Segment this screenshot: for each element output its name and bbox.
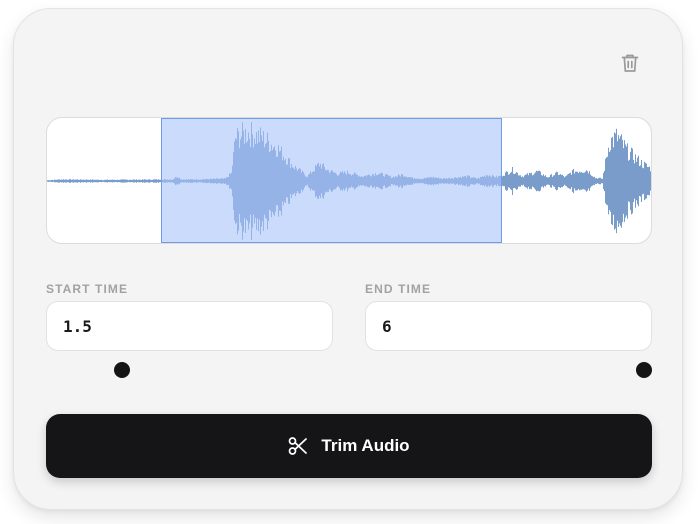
- trash-icon: [621, 54, 639, 72]
- delete-button[interactable]: [619, 52, 641, 74]
- end-time-label: END TIME: [365, 282, 432, 296]
- audio-trimmer-card: START TIME END TIME Trim Audio: [13, 8, 683, 510]
- end-handle[interactable]: [636, 362, 652, 378]
- scissors-icon: [289, 437, 308, 455]
- trim-audio-button[interactable]: Trim Audio: [46, 414, 652, 478]
- end-time-input[interactable]: [365, 301, 652, 351]
- start-time-label: START TIME: [46, 282, 129, 296]
- trim-range-slider: [46, 361, 652, 379]
- selection-region[interactable]: [160, 118, 502, 243]
- start-handle[interactable]: [114, 362, 131, 378]
- waveform-panel[interactable]: [46, 117, 652, 244]
- start-time-input[interactable]: [46, 301, 333, 351]
- trim-audio-label: Trim Audio: [321, 436, 410, 455]
